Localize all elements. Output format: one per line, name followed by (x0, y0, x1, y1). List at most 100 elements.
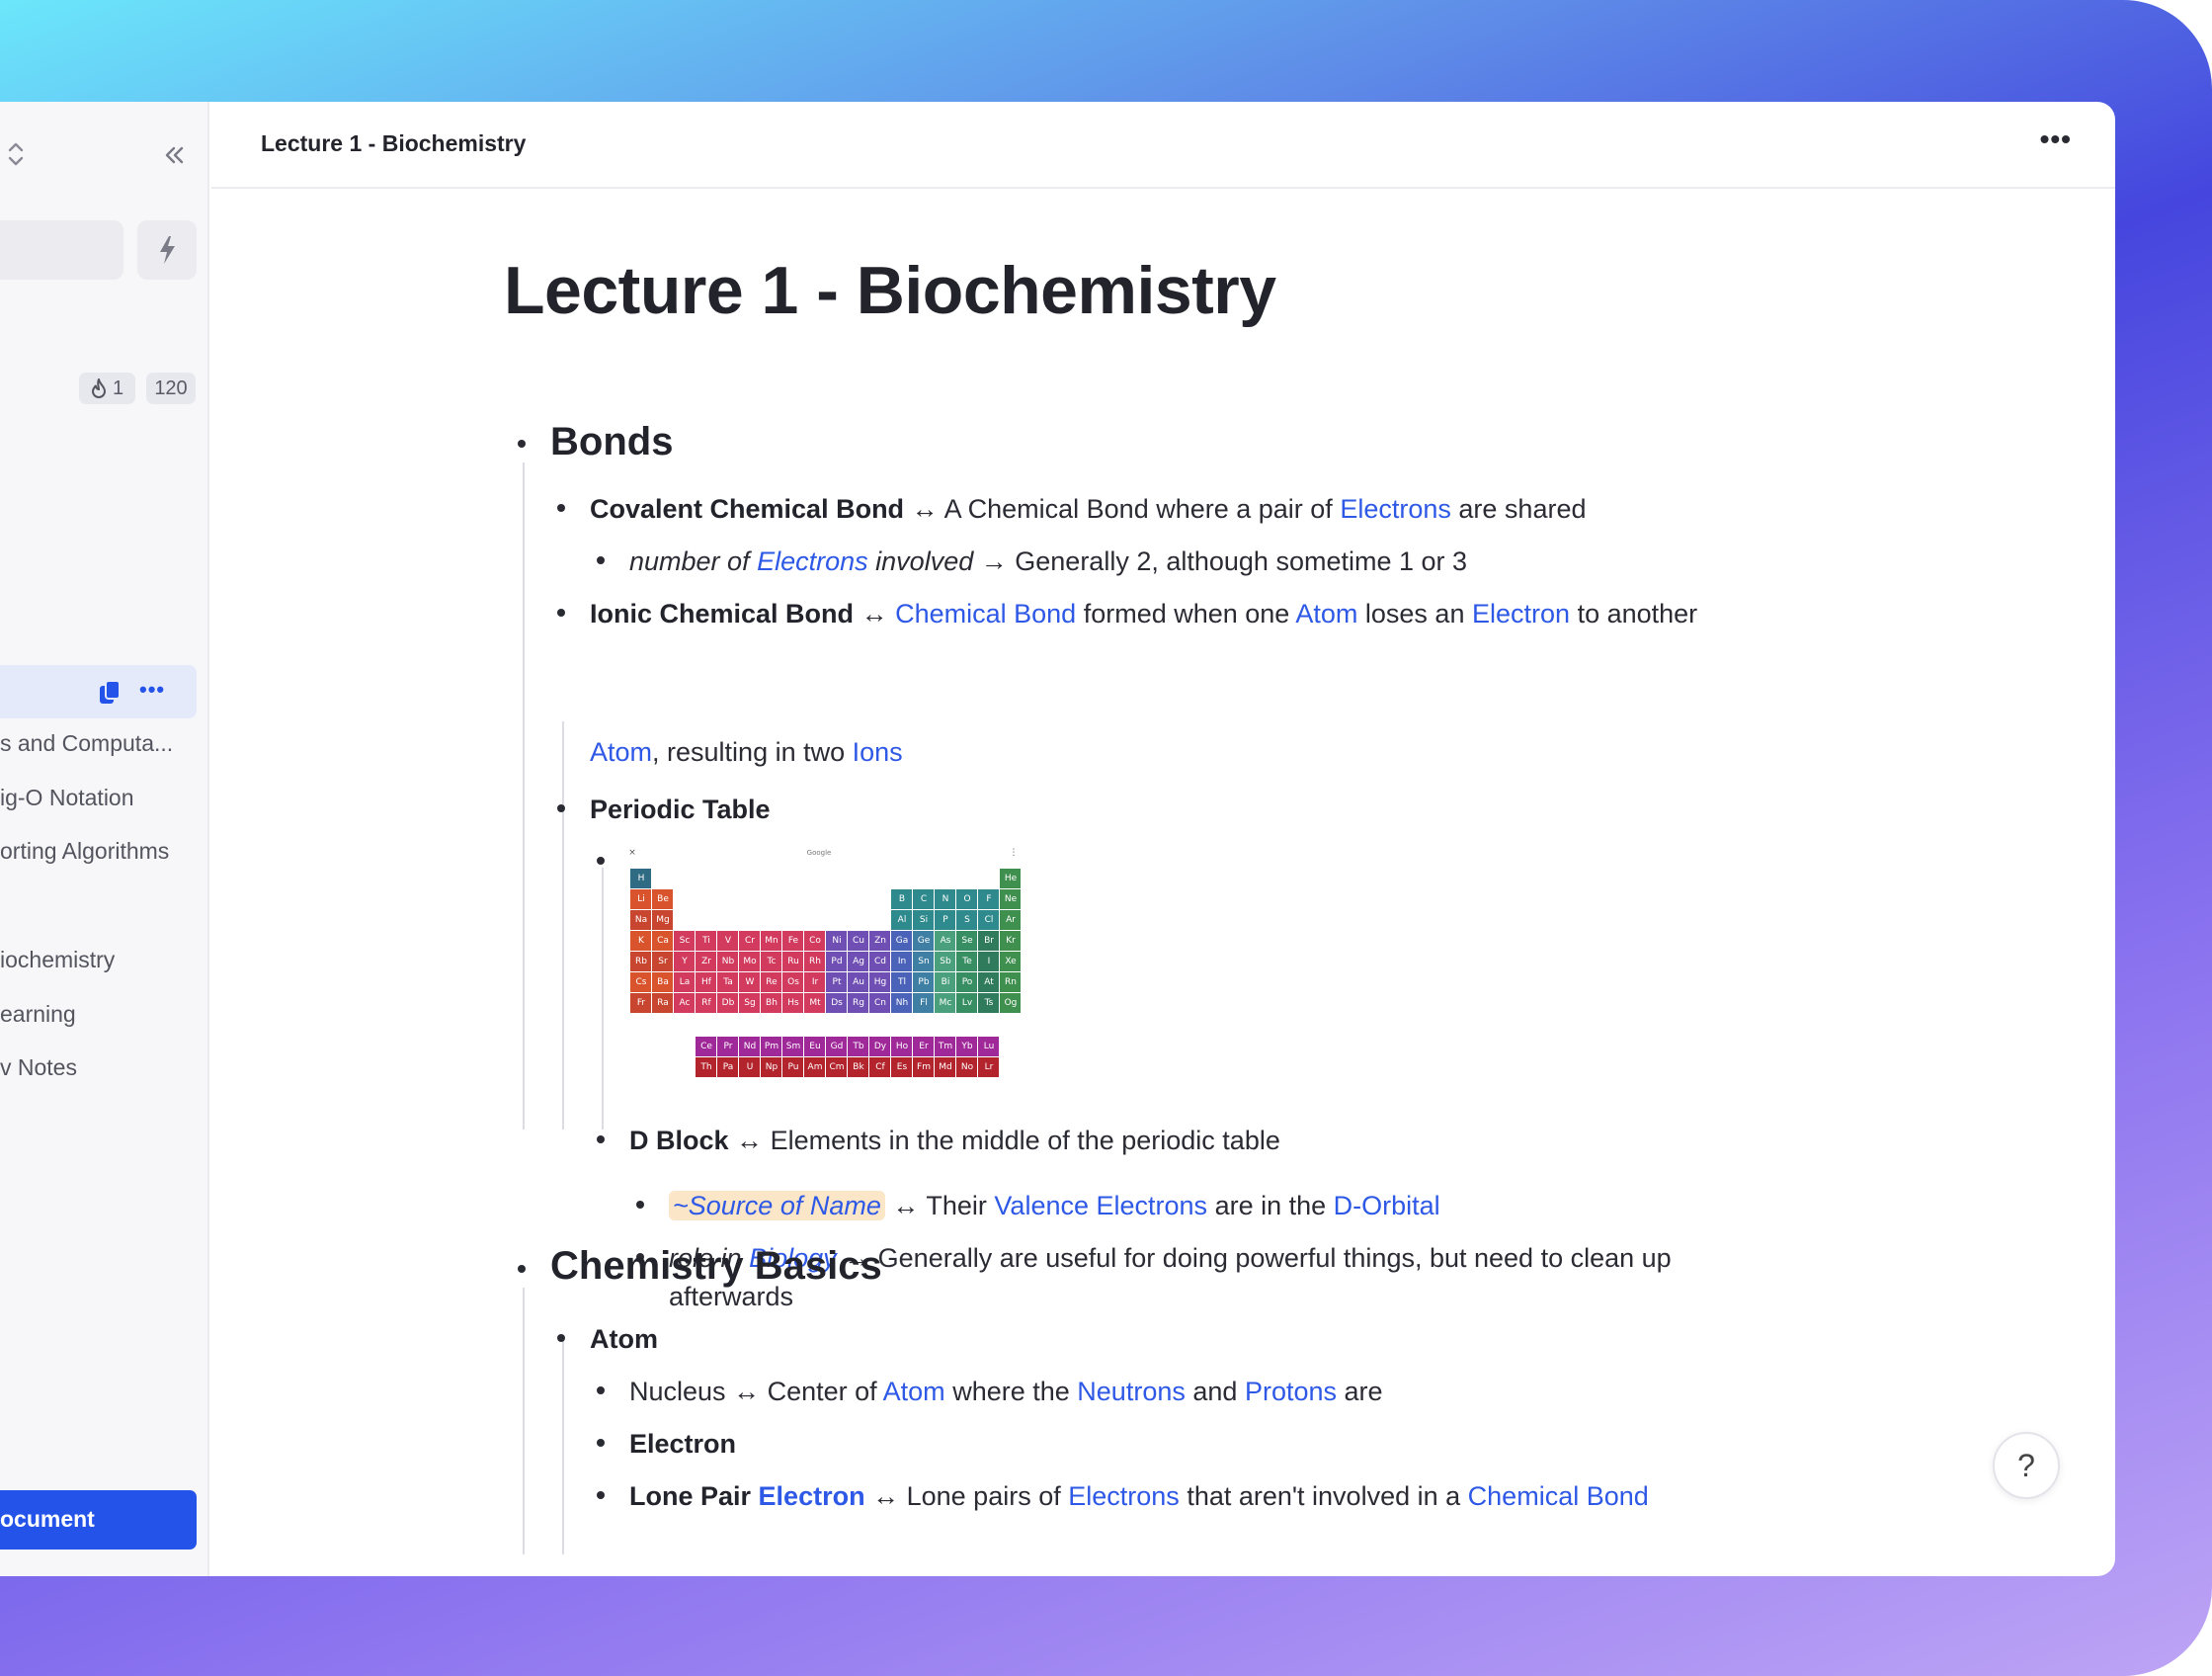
more-icon[interactable]: ••• (139, 677, 165, 703)
element-symbol: Er (919, 1042, 929, 1051)
search-input[interactable] (0, 220, 123, 280)
sidebar-item-big-o[interactable]: ig-O Notation (0, 785, 134, 811)
element-symbol: Nh (896, 998, 908, 1008)
element-symbol: Sr (658, 957, 668, 966)
element-symbol: Co (809, 936, 821, 946)
new-document-button[interactable]: ocument (0, 1490, 197, 1550)
text: where the (952, 1377, 1070, 1406)
element-symbol: Ta (722, 977, 733, 987)
link-d-orbital[interactable]: D-Orbital (1334, 1191, 1440, 1220)
element-symbol: La (680, 977, 691, 987)
bullet (557, 804, 565, 812)
element-symbol: Es (897, 1062, 908, 1072)
text: Lone pairs of (906, 1481, 1061, 1511)
element-symbol: Lr (985, 1062, 994, 1072)
element-symbol: No (961, 1062, 974, 1072)
element-symbol: Lv (962, 998, 973, 1008)
element-symbol: Hg (874, 977, 886, 987)
link-neutrons[interactable]: Neutrons (1077, 1377, 1186, 1406)
heading-chemistry-basics[interactable]: Chemistry Basics (550, 1244, 882, 1289)
workspace-switcher-icon[interactable] (4, 137, 28, 171)
source-of-name-line[interactable]: ~Source of Name ↔ Their Valence Electron… (669, 1186, 1440, 1225)
text: are shared (1458, 494, 1587, 524)
element-symbol: Mc (940, 998, 952, 1008)
element-symbol: H (638, 874, 645, 883)
link-electrons[interactable]: Electrons (1068, 1481, 1180, 1511)
element-symbol: V (725, 936, 732, 946)
element-symbol: Rb (635, 957, 647, 966)
element-symbol: P (942, 915, 948, 925)
element-symbol: Nd (744, 1042, 756, 1051)
collapse-sidebar-icon[interactable] (160, 141, 188, 169)
sidebar-item-active[interactable]: ••• (0, 665, 197, 718)
element-symbol: Rh (809, 957, 821, 966)
element-symbol: Fl (920, 998, 928, 1008)
element-symbol: Ni (832, 936, 841, 946)
element-symbol: Tm (938, 1042, 952, 1051)
link-chemical-bond[interactable]: Chemical Bond (1468, 1481, 1649, 1511)
element-symbol: B (899, 894, 905, 904)
link-electrons[interactable]: Electrons (757, 546, 868, 576)
sidebar: 1 120 ••• s and Computa... ig-O Notation… (0, 102, 209, 1576)
link-atom[interactable]: Atom (883, 1377, 945, 1406)
term: D Block (629, 1126, 729, 1155)
sidebar-item-notes[interactable]: v Notes (0, 1054, 77, 1081)
element-symbol: Ru (787, 957, 799, 966)
element-symbol: Cm (829, 1062, 844, 1072)
highlighted-property[interactable]: ~Source of Name (669, 1191, 885, 1220)
periodic-table-image[interactable]: × Google ⋮ H He Li Be B C N O F Ne Na Mg Al Si P S Cl Ar K Ca S… (626, 843, 1022, 1090)
element-symbol: I (988, 957, 991, 966)
link-electron[interactable]: Electron (1472, 599, 1570, 628)
element-symbol: Be (657, 894, 669, 904)
periodic-table-heading[interactable]: Periodic Table (590, 790, 771, 829)
element-symbol: Ne (1005, 894, 1018, 904)
quick-action-button[interactable] (137, 220, 197, 280)
link-ions[interactable]: Ions (853, 737, 903, 767)
ionic-bond-line-cont[interactable]: Atom, resulting in two Ions (590, 732, 903, 772)
bullet (597, 1386, 605, 1394)
heading-bonds[interactable]: Bonds (550, 420, 673, 464)
sidebar-item-learning[interactable]: earning (0, 1001, 76, 1028)
text: formed when one (1083, 599, 1290, 628)
element-symbol: Bh (766, 998, 778, 1008)
help-button[interactable]: ? (1993, 1432, 2060, 1499)
electron-heading[interactable]: Electron (629, 1424, 736, 1464)
sidebar-item-computation[interactable]: s and Computa... (0, 730, 173, 757)
copy-icon[interactable] (97, 679, 123, 707)
lone-pair-line[interactable]: Lone Pair Electron ↔ Lone pairs of Elect… (629, 1476, 1649, 1516)
element-symbol: Cs (636, 977, 647, 987)
d-block-line[interactable]: D Block ↔ Elements in the middle of the … (629, 1121, 1280, 1160)
more-options-icon[interactable]: ••• (2040, 124, 2072, 155)
sidebar-item-biochemistry[interactable]: iochemistry (0, 947, 115, 973)
element-symbol: Nb (722, 957, 735, 966)
text: to another (1577, 599, 1698, 628)
sidebar-item-sorting[interactable]: orting Algorithms (0, 838, 169, 865)
element-symbol: Rn (1005, 977, 1017, 987)
element-symbol: Tc (767, 957, 777, 966)
text: loses an (1364, 599, 1465, 628)
covalent-bond-line[interactable]: Covalent Chemical Bond ↔ A Chemical Bond… (590, 489, 1587, 529)
link-protons[interactable]: Protons (1245, 1377, 1337, 1406)
link-atom[interactable]: Atom (590, 737, 652, 767)
new-document-label: ocument (0, 1506, 95, 1532)
term: Lone Pair (629, 1481, 752, 1511)
link-atom[interactable]: Atom (1295, 599, 1357, 628)
element-symbol: Kr (1006, 936, 1016, 946)
ionic-bond-line[interactable]: Ionic Chemical Bond ↔ Chemical Bond form… (590, 594, 1697, 633)
nucleus-line[interactable]: Nucleus ↔ Center of Atom where the Neutr… (629, 1372, 1383, 1411)
link-electrons[interactable]: Electrons (1340, 494, 1451, 524)
link-valence-electrons[interactable]: Valence Electrons (994, 1191, 1207, 1220)
link-electron[interactable]: Electron (759, 1481, 865, 1511)
element-symbol: Sb (940, 957, 951, 966)
text: Their (926, 1191, 987, 1220)
electrons-involved-line[interactable]: number of Electrons involved → Generally… (629, 542, 1467, 581)
link-chemical-bond[interactable]: Chemical Bond (895, 599, 1076, 628)
element-symbol: × (628, 848, 636, 858)
page-title[interactable]: Lecture 1 - Biochemistry (504, 252, 1276, 329)
atom-heading[interactable]: Atom (590, 1319, 658, 1359)
element-symbol: Google (807, 849, 832, 857)
element-symbol: C (921, 894, 927, 904)
breadcrumb-title[interactable]: Lecture 1 - Biochemistry (261, 130, 526, 157)
element-symbol: Ts (984, 998, 994, 1008)
element-symbol: Na (635, 915, 647, 925)
